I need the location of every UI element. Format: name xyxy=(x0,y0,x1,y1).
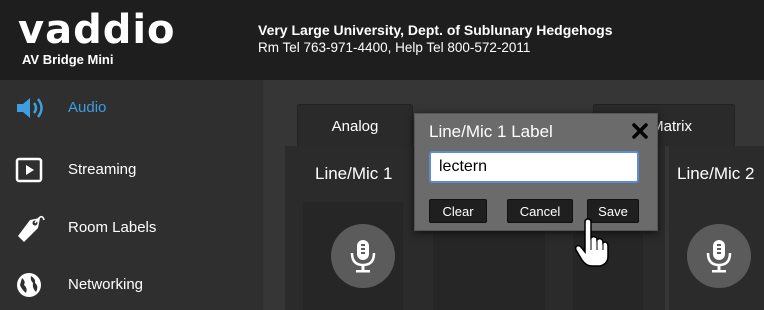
globe-icon xyxy=(17,273,41,297)
tab-label: Analog xyxy=(331,118,379,135)
header: vaddio AV Bridge Mini Very Large Univers… xyxy=(0,0,764,80)
channel-panel-line-mic-2: Line/Mic 2 xyxy=(669,146,764,310)
sidebar-item-label: Streaming xyxy=(68,161,137,178)
logo-wordmark: vaddio xyxy=(18,7,176,53)
microphone-icon xyxy=(706,240,732,273)
channel-label: Line/Mic 1 xyxy=(315,164,393,183)
label-dialog: Line/Mic 1 Label Clear Cancel Save xyxy=(414,113,658,231)
play-box-icon xyxy=(15,157,43,183)
organization-name: Very Large University, Dept. of Sublunar… xyxy=(258,22,613,38)
mic-mute-button[interactable] xyxy=(687,224,751,288)
sidebar-item-networking[interactable]: Networking xyxy=(0,257,263,310)
sidebar-item-audio[interactable]: Audio xyxy=(0,80,263,136)
label-input[interactable] xyxy=(429,151,639,183)
speaker-icon xyxy=(17,98,43,118)
cancel-button[interactable]: Cancel xyxy=(507,199,573,223)
sidebar-item-label: Networking xyxy=(68,276,144,293)
clear-button[interactable]: Clear xyxy=(429,199,487,223)
mic-mute-button[interactable] xyxy=(331,224,395,288)
channel-label: Line/Mic 2 xyxy=(677,164,755,183)
hand-pointer-icon xyxy=(574,218,609,267)
close-icon[interactable] xyxy=(631,122,649,140)
sidebar-item-streaming[interactable]: Streaming xyxy=(0,142,263,198)
room-contact-info: Rm Tel 763-971-4400, Help Tel 800-572-20… xyxy=(258,40,531,55)
sidebar-item-label: Room Labels xyxy=(68,219,157,236)
tag-icon xyxy=(18,215,45,242)
tab-analog[interactable]: Analog xyxy=(297,104,413,146)
microphone-icon xyxy=(350,240,376,273)
vaddio-logo: vaddio AV Bridge Mini xyxy=(18,7,238,72)
product-name: AV Bridge Mini xyxy=(22,52,114,67)
sidebar-item-label: Audio xyxy=(68,99,107,116)
sidebar-item-room-labels[interactable]: Room Labels xyxy=(0,200,263,256)
sidebar: Audio Streaming Room Labels Networking xyxy=(0,80,263,310)
dialog-title: Line/Mic 1 Label xyxy=(429,122,553,141)
